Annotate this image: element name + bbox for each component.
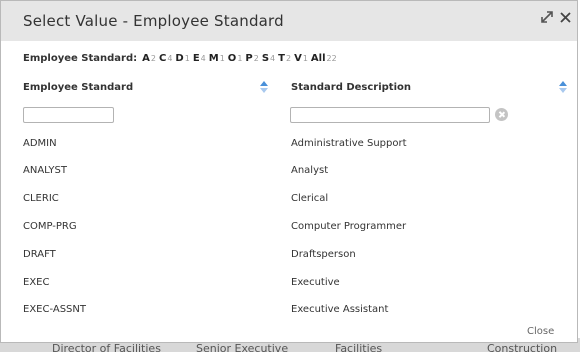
alpha-letter-t[interactable]: T2 [278, 53, 291, 64]
row-code: COMP-PRG [23, 221, 77, 232]
close-x-icon[interactable] [557, 10, 573, 28]
sort-icon[interactable] [260, 81, 268, 93]
close-button[interactable]: Close [527, 326, 554, 337]
table-row[interactable]: COMP-PRG Computer Programmer [1, 215, 577, 241]
dialog-header: Select Value - Employee Standard [1, 1, 577, 41]
column-header-standard-description[interactable]: Standard Description [291, 82, 411, 93]
table-row[interactable]: ANALYST Analyst [1, 159, 577, 185]
sort-icon[interactable] [559, 81, 567, 93]
row-description: Clerical [291, 193, 329, 204]
background-text: Senior Executive [196, 342, 289, 352]
background-text: Facilities [335, 342, 383, 352]
alpha-letter-a[interactable]: A2 [142, 53, 156, 64]
dialog-title: Select Value - Employee Standard [23, 12, 284, 30]
row-code: EXEC-ASSNT [23, 304, 86, 315]
row-code: EXEC [23, 277, 50, 288]
alpha-filter-bar: Employee Standard: A2 C4 D1 E4 M1 O1 P2 … [23, 53, 340, 64]
alpha-filter-label: Employee Standard: [23, 53, 138, 64]
alpha-letter-m[interactable]: M1 [209, 53, 225, 64]
alpha-letter-c[interactable]: C4 [159, 53, 172, 64]
expand-arrows-icon[interactable] [539, 10, 555, 28]
background-text: Director of Facilities [52, 342, 161, 352]
row-code: ADMIN [23, 138, 57, 149]
table-row[interactable]: EXEC-ASSNT Executive Assistant [1, 298, 577, 324]
row-description: Executive Assistant [291, 304, 389, 315]
alpha-letter-s[interactable]: S4 [262, 53, 275, 64]
row-code: ANALYST [23, 165, 67, 176]
alpha-letter-o[interactable]: O1 [228, 53, 243, 64]
table-row[interactable]: EXEC Executive [1, 271, 577, 297]
table-row[interactable]: DRAFT Draftsperson [1, 243, 577, 269]
alpha-letter-d[interactable]: D1 [175, 53, 189, 64]
row-description: Computer Programmer [291, 221, 407, 232]
employee-standard-filter-input[interactable] [23, 107, 114, 123]
alpha-letter-all[interactable]: All 22 [311, 53, 337, 64]
row-code: DRAFT [23, 249, 56, 260]
table-row[interactable]: CLERIC Clerical [1, 187, 577, 213]
select-value-dialog: Select Value - Employee Standard Employe… [0, 0, 578, 343]
row-code: CLERIC [23, 193, 59, 204]
standard-description-filter-input[interactable] [290, 107, 490, 123]
row-description: Draftsperson [291, 249, 356, 260]
row-description: Executive [291, 277, 340, 288]
alpha-letter-e[interactable]: E4 [193, 53, 206, 64]
row-description: Analyst [291, 165, 329, 176]
table-row[interactable]: ADMIN Administrative Support [1, 132, 577, 158]
row-description: Administrative Support [291, 138, 407, 149]
column-header-employee-standard[interactable]: Employee Standard [23, 82, 133, 93]
alpha-letter-p[interactable]: P2 [245, 53, 258, 64]
clear-filter-icon[interactable] [495, 108, 508, 121]
alpha-letter-v[interactable]: V1 [294, 53, 308, 64]
background-text: Construction [487, 342, 558, 352]
